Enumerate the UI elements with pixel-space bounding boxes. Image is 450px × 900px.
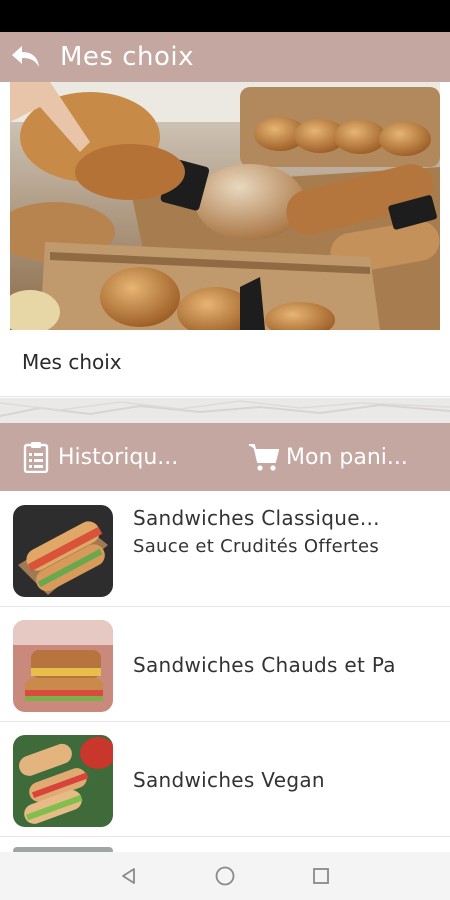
triangle-back-icon bbox=[122, 868, 135, 884]
page-title: Mes choix bbox=[60, 42, 195, 72]
status-bar bbox=[0, 0, 450, 32]
list-item-subtitle: Sauce et Crudités Offertes bbox=[133, 536, 380, 557]
cart-icon bbox=[248, 440, 280, 474]
list-item[interactable]: Sandwiches Classique... Sauce et Crudité… bbox=[0, 492, 450, 607]
system-nav-bar bbox=[0, 852, 450, 900]
square-recents-icon bbox=[313, 868, 329, 884]
tab-cart[interactable]: Mon pani... bbox=[222, 423, 450, 491]
list-item-title: Sandwiches Classique... bbox=[133, 506, 380, 530]
back-arrow-icon bbox=[12, 46, 39, 67]
sandwich-thumbnail bbox=[13, 620, 113, 712]
nav-back-button[interactable] bbox=[117, 864, 141, 888]
nav-recents-button[interactable] bbox=[309, 864, 333, 888]
list-item-title: Sandwiches Chauds et Pa bbox=[133, 653, 396, 677]
divider bbox=[0, 396, 450, 397]
decorative-pattern bbox=[0, 398, 450, 423]
back-button[interactable] bbox=[0, 32, 52, 82]
clipboard-icon bbox=[20, 440, 52, 474]
app-bar: Mes choix bbox=[0, 32, 450, 82]
tab-cart-label: Mon pani... bbox=[286, 444, 408, 470]
list-item-title: Sandwiches Vegan bbox=[133, 768, 325, 792]
tab-history[interactable]: Historiqu... bbox=[0, 423, 222, 491]
sandwich-thumbnail bbox=[13, 735, 113, 827]
hero-image bbox=[10, 82, 440, 330]
section-title: Mes choix bbox=[22, 350, 122, 374]
nav-home-button[interactable] bbox=[213, 864, 237, 888]
list-item[interactable]: Sandwiches Vegan bbox=[0, 722, 450, 837]
list-item[interactable]: Sandwiches Chauds et Pa bbox=[0, 607, 450, 722]
tab-history-label: Historiqu... bbox=[58, 444, 179, 470]
circle-home-icon bbox=[215, 866, 235, 886]
category-list: Sandwiches Classique... Sauce et Crudité… bbox=[0, 492, 450, 857]
tab-bar: Historiqu... Mon pani... bbox=[0, 423, 450, 491]
sandwich-thumbnail bbox=[13, 505, 113, 597]
